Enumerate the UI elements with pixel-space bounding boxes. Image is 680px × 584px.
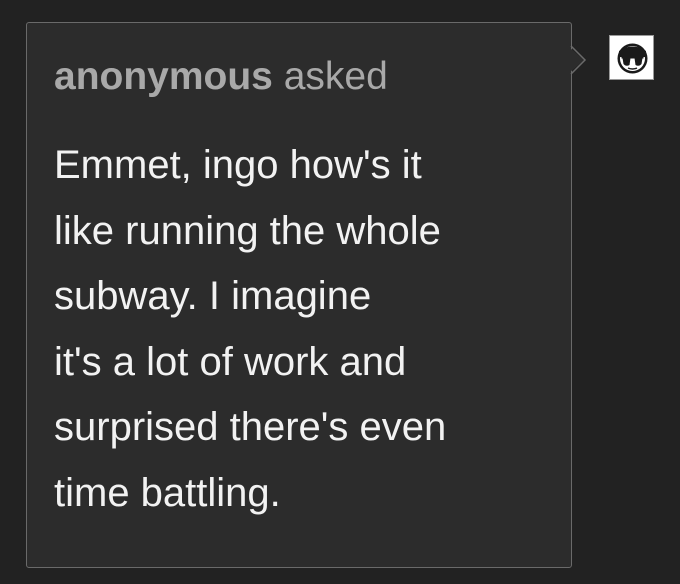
asker-line: anonymous asked <box>54 53 388 101</box>
avatar[interactable] <box>609 35 654 80</box>
ask-bubble: anonymous asked Emmet, ingo how's it lik… <box>26 22 572 568</box>
question-line: it's a lot of work and <box>54 339 407 384</box>
question-line: subway. I imagine <box>54 274 372 318</box>
asker-verb: asked <box>283 55 388 98</box>
question-line: time battling. <box>54 470 281 515</box>
question-line: like running the whole <box>54 208 441 253</box>
question-text: Emmet, ingo how's it like running the wh… <box>54 133 554 526</box>
asker-name[interactable]: anonymous <box>54 55 273 98</box>
question-line: Emmet, ingo how's it <box>54 143 422 187</box>
sunglasses-face-icon <box>617 43 648 74</box>
question-line: surprised there's even <box>54 405 447 449</box>
